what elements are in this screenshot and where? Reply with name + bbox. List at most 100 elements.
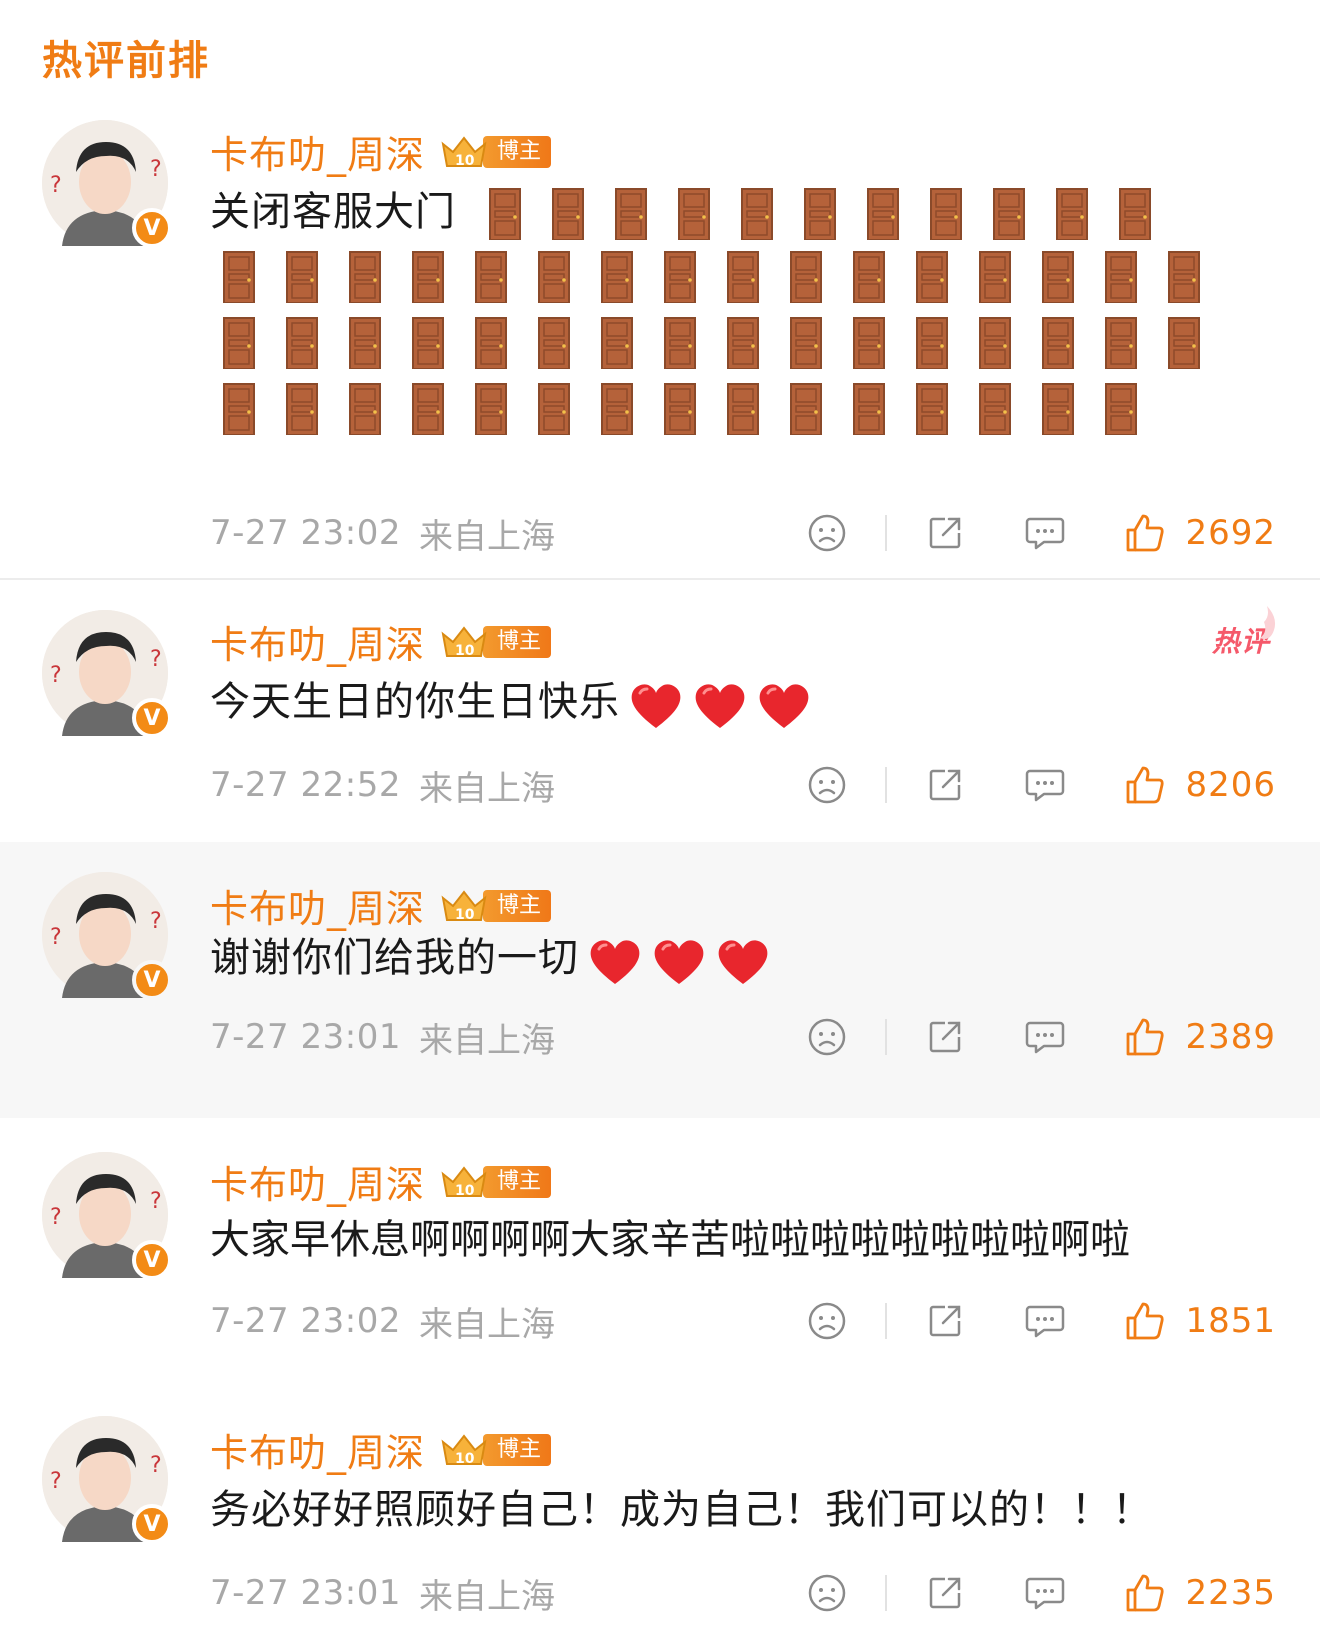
door-icon	[1118, 188, 1151, 240]
door-icon	[412, 383, 444, 435]
door-icon	[727, 317, 759, 369]
door-icon	[223, 317, 255, 369]
avatar[interactable]: ? ? V	[42, 610, 172, 738]
verified-v-icon: V	[132, 1240, 172, 1280]
door-icon	[286, 383, 318, 435]
door-icon	[992, 188, 1025, 240]
comment-bubble-icon[interactable]	[1023, 763, 1067, 807]
flame-icon	[1260, 606, 1276, 639]
blogger-badge: 10 博主	[437, 1165, 552, 1199]
frown-face-icon[interactable]	[805, 511, 849, 555]
avatar[interactable]: ? ? V	[42, 1152, 172, 1280]
avatar[interactable]: ? ? V	[42, 120, 172, 248]
door-icon	[853, 317, 885, 369]
blogger-badge: 10 博主	[437, 135, 552, 169]
thumbs-up-icon[interactable]	[1123, 1571, 1167, 1615]
frown-face-icon[interactable]	[805, 1015, 849, 1059]
door-icon	[790, 317, 822, 369]
comment-bubble-icon[interactable]	[1023, 1015, 1067, 1059]
door-icon	[538, 317, 570, 369]
door-icon	[727, 383, 759, 435]
door-icon	[1168, 317, 1200, 369]
blogger-badge: 10 博主	[437, 625, 552, 659]
frown-face-icon[interactable]	[805, 763, 849, 807]
timestamp: 7-27 23:02	[210, 513, 401, 553]
door-icon	[803, 188, 836, 240]
like-count: 2235	[1185, 1573, 1276, 1613]
svg-text:10: 10	[455, 153, 475, 169]
username[interactable]: 卡布叻_周深	[210, 124, 425, 179]
thumbs-up-icon[interactable]	[1123, 763, 1167, 807]
share-icon[interactable]	[923, 1571, 967, 1615]
username[interactable]: 卡布叻_周深	[210, 614, 425, 669]
door-icon	[1105, 383, 1137, 435]
crown-level-icon: 10	[441, 1433, 487, 1467]
door-icon	[979, 317, 1011, 369]
divider	[885, 1019, 888, 1055]
verified-v-icon: V	[132, 698, 172, 738]
verified-v-icon: V	[132, 960, 172, 1000]
door-icon	[475, 317, 507, 369]
username[interactable]: 卡布叻_周深	[210, 878, 425, 933]
comment-bubble-icon[interactable]	[1023, 1299, 1067, 1343]
heart-icon	[718, 940, 768, 984]
door-icon	[916, 251, 948, 303]
username[interactable]: 卡布叻_周深	[210, 1154, 425, 1209]
divider	[885, 1575, 888, 1611]
door-icon	[1055, 188, 1088, 240]
door-icon	[1105, 317, 1137, 369]
svg-text:?: ?	[150, 647, 162, 672]
door-icon	[853, 251, 885, 303]
svg-text:10: 10	[455, 1183, 475, 1199]
comment-text: 谢谢你们给我的一切	[210, 926, 1260, 992]
timestamp: 7-27 23:02	[210, 1301, 401, 1341]
share-icon[interactable]	[923, 1299, 967, 1343]
emoji-grid	[222, 250, 1230, 436]
door-icon	[677, 188, 710, 240]
svg-text:?: ?	[50, 663, 62, 688]
blogger-badge: 10 博主	[437, 889, 552, 923]
avatar[interactable]: ? ? V	[42, 1416, 172, 1544]
door-icon	[853, 383, 885, 435]
thumbs-up-icon[interactable]	[1123, 511, 1167, 555]
door-icon	[614, 188, 647, 240]
door-icon	[349, 251, 381, 303]
share-icon[interactable]	[923, 763, 967, 807]
comment-text: 务必好好照顾好自己！成为自己！我们可以的！！！	[210, 1487, 1153, 1533]
crown-level-icon: 10	[441, 1165, 487, 1199]
thumbs-up-icon[interactable]	[1123, 1015, 1167, 1059]
door-icon	[349, 383, 381, 435]
door-icon	[412, 317, 444, 369]
door-icon	[286, 317, 318, 369]
comment-text: 关闭客服大门	[210, 180, 1260, 244]
door-icon	[488, 188, 521, 240]
share-icon[interactable]	[923, 1015, 967, 1059]
svg-text:10: 10	[455, 1451, 475, 1467]
heart-icon	[759, 684, 809, 728]
share-icon[interactable]	[923, 511, 967, 555]
door-icon	[664, 317, 696, 369]
thumbs-up-icon[interactable]	[1123, 1299, 1167, 1343]
avatar[interactable]: ? ? V	[42, 872, 172, 1000]
divider	[885, 1303, 888, 1339]
door-icon	[979, 251, 1011, 303]
divider	[885, 767, 888, 803]
svg-text:?: ?	[150, 1189, 162, 1214]
svg-text:?: ?	[50, 925, 62, 950]
door-icon	[866, 188, 899, 240]
username[interactable]: 卡布叻_周深	[210, 1422, 425, 1477]
comment-bubble-icon[interactable]	[1023, 511, 1067, 555]
timestamp: 7-27 22:52	[210, 765, 401, 805]
frown-face-icon[interactable]	[805, 1571, 849, 1615]
door-icon	[1105, 251, 1137, 303]
comment-item: ? ? V 卡布叻_周深 10 博主 大家早休息啊啊啊啊大家辛苦啦啦啦啦啦啦啦啦…	[0, 1118, 1320, 1372]
door-icon	[664, 251, 696, 303]
svg-text:?: ?	[50, 1469, 62, 1494]
comment-bubble-icon[interactable]	[1023, 1571, 1067, 1615]
location: 来自上海	[418, 1576, 555, 1617]
door-icon	[538, 251, 570, 303]
svg-text:?: ?	[50, 1205, 62, 1230]
door-icon	[727, 251, 759, 303]
crown-level-icon: 10	[441, 889, 487, 923]
frown-face-icon[interactable]	[805, 1299, 849, 1343]
